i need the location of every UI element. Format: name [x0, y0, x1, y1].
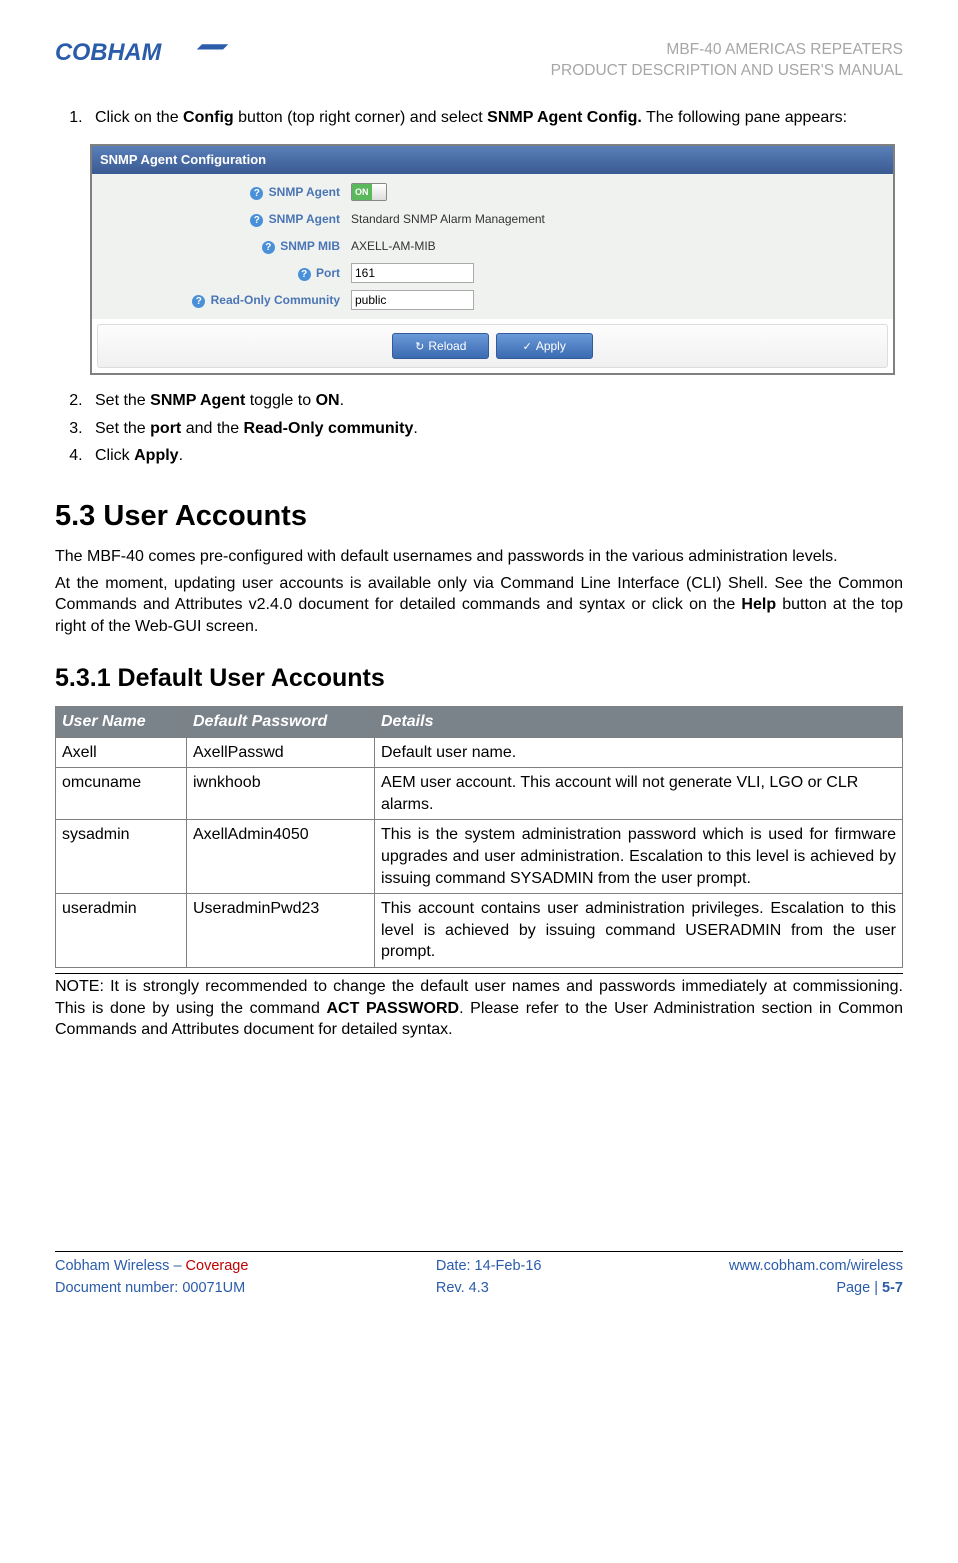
panel-body: ? SNMP Agent ON ? SNMP Agent Standard SN…	[92, 174, 893, 319]
footer-left: Cobham Wireless – Coverage Document numb…	[55, 1256, 248, 1300]
svg-text:COBHAM: COBHAM	[55, 40, 163, 66]
footer-middle: Date: 14-Feb-16 Rev. 4.3	[436, 1256, 542, 1300]
community-input[interactable]	[351, 290, 474, 310]
table-row: useradmin UseradminPwd23 This account co…	[56, 894, 903, 968]
step-list-top: Click on the Config button (top right co…	[55, 107, 903, 129]
help-icon[interactable]: ?	[192, 295, 205, 308]
row-agent-toggle: ? SNMP Agent ON	[92, 179, 893, 206]
table-note: NOTE: It is strongly recommended to chan…	[55, 973, 903, 1041]
snmp-agent-toggle[interactable]: ON	[351, 183, 387, 201]
mib-value: AXELL-AM-MIB	[345, 238, 436, 254]
sect53-p2: At the moment, updating user accounts is…	[55, 573, 903, 638]
check-icon: ✓	[523, 341, 532, 353]
help-icon[interactable]: ?	[298, 268, 311, 281]
row-community: ? Read-Only Community	[92, 287, 893, 314]
row-mib: ? SNMP MIB AXELL-AM-MIB	[92, 233, 893, 260]
th-username: User Name	[56, 707, 187, 738]
sect53-p1: The MBF-40 comes pre-configured with def…	[55, 546, 903, 568]
doc-title-line1: MBF-40 AMERICAS REPEATERS	[551, 40, 903, 61]
page-footer: Cobham Wireless – Coverage Document numb…	[55, 1251, 903, 1300]
row-agent-desc: ? SNMP Agent Standard SNMP Alarm Managem…	[92, 206, 893, 233]
step-list-bottom: Set the SNMP Agent toggle to ON. Set the…	[55, 390, 903, 467]
panel-buttons: ↻Reload ✓Apply	[97, 324, 888, 368]
th-password: Default Password	[187, 707, 375, 738]
company-logo: COBHAM	[55, 40, 230, 66]
table-row: sysadmin AxellAdmin4050 This is the syst…	[56, 820, 903, 894]
th-details: Details	[375, 707, 903, 738]
row-port: ? Port	[92, 260, 893, 287]
document-title: MBF-40 AMERICAS REPEATERS PRODUCT DESCRI…	[551, 40, 903, 82]
page-header: COBHAM MBF-40 AMERICAS REPEATERS PRODUCT…	[55, 40, 903, 82]
heading-5-3-1: 5.3.1 Default User Accounts	[55, 662, 903, 696]
step-3: Set the port and the Read-Only community…	[87, 418, 903, 440]
help-icon[interactable]: ?	[250, 214, 263, 227]
port-input[interactable]	[351, 263, 474, 283]
help-icon[interactable]: ?	[250, 187, 263, 200]
apply-button[interactable]: ✓Apply	[496, 333, 593, 359]
footer-right: www.cobham.com/wireless Page | 5-7	[729, 1256, 903, 1300]
heading-5-3: 5.3 User Accounts	[55, 497, 903, 536]
footer-url: www.cobham.com/wireless	[729, 1256, 903, 1278]
snmp-config-screenshot: SNMP Agent Configuration ? SNMP Agent ON…	[90, 144, 895, 375]
doc-title-line2: PRODUCT DESCRIPTION AND USER'S MANUAL	[551, 61, 903, 82]
reload-icon: ↻	[415, 341, 424, 353]
user-accounts-table: User Name Default Password Details Axell…	[55, 706, 903, 968]
step-4: Click Apply.	[87, 445, 903, 467]
table-row: omcuname iwnkhoob AEM user account. This…	[56, 768, 903, 820]
reload-button[interactable]: ↻Reload	[392, 333, 489, 359]
panel-title: SNMP Agent Configuration	[92, 146, 893, 174]
step-1: Click on the Config button (top right co…	[87, 107, 903, 129]
agent-desc-value: Standard SNMP Alarm Management	[345, 211, 545, 227]
table-row: Axell AxellPasswd Default user name.	[56, 737, 903, 768]
step-2: Set the SNMP Agent toggle to ON.	[87, 390, 903, 412]
help-icon[interactable]: ?	[262, 241, 275, 254]
